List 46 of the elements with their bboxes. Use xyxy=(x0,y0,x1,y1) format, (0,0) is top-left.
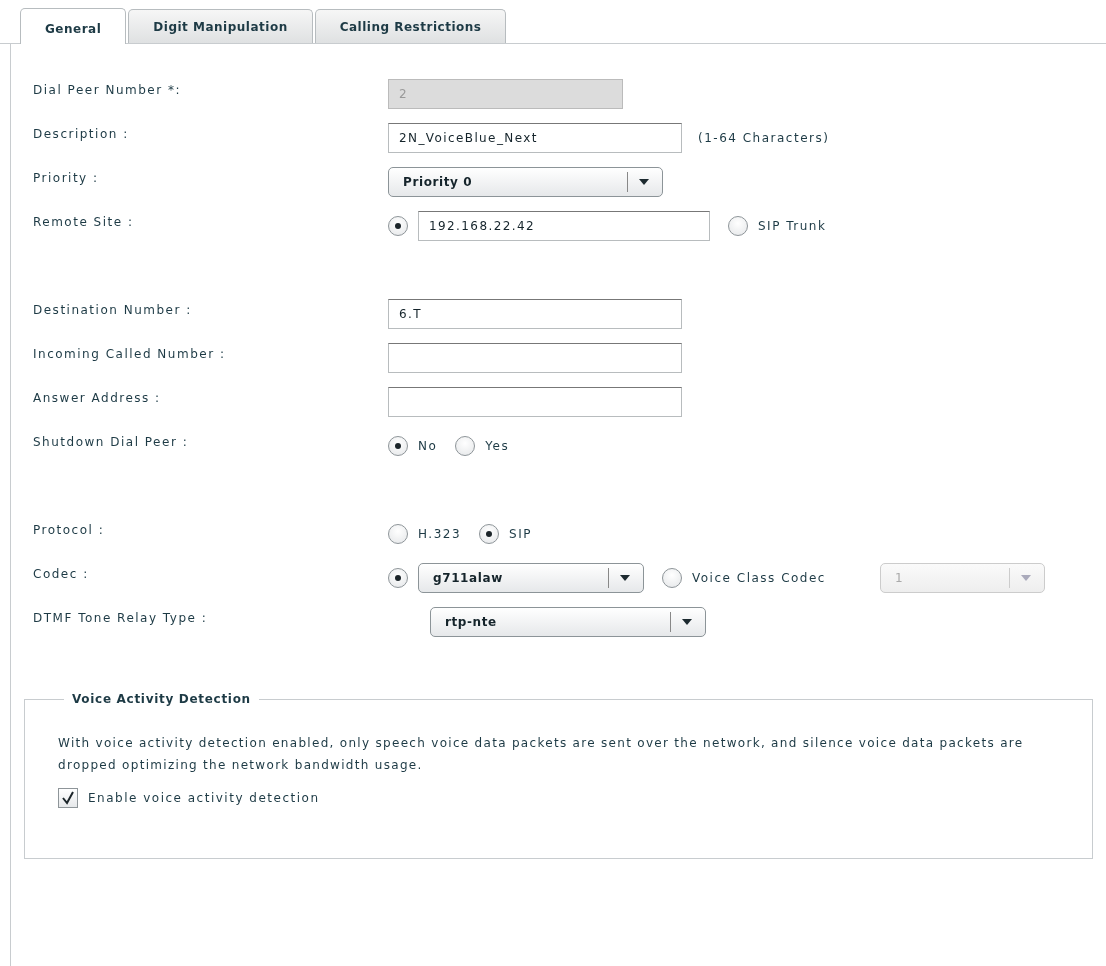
field-label: Dial Peer Number *: xyxy=(32,83,182,97)
tab[interactable]: General xyxy=(20,8,127,44)
field-label: Remote Site : xyxy=(32,215,135,229)
radio-label: SIP xyxy=(509,527,532,541)
field-label: Priority : xyxy=(32,171,100,185)
caret-icon xyxy=(638,178,650,186)
radio-label: Yes xyxy=(485,439,510,453)
section-title: Voice Activity Detection xyxy=(71,692,252,706)
tab[interactable]: Calling Restrictions xyxy=(314,9,507,43)
radio-button[interactable] xyxy=(388,568,408,588)
caret-icon xyxy=(681,618,693,626)
dropdown[interactable]: g711alaw xyxy=(418,563,644,593)
tab[interactable]: Digit Manipulation xyxy=(128,9,313,43)
text-field[interactable]: 6.T xyxy=(388,299,682,329)
hint-text: (1-64 Characters) xyxy=(698,131,830,145)
radio-button[interactable] xyxy=(455,436,476,456)
field-label: Incoming Called Number : xyxy=(32,347,227,361)
radio-button[interactable] xyxy=(388,436,408,456)
description-text: With voice activity detection enabled, only speech voice data packets are sent over the network, and silence voice data packets are dropped optimizing the network bandwidth usage. xyxy=(58,735,1025,774)
field-label: Destination Number : xyxy=(32,303,193,317)
checkmark-icon xyxy=(61,791,75,805)
caret-icon xyxy=(1019,574,1032,582)
dropdown[interactable]: rtp-nte xyxy=(430,607,706,637)
field-label: DTMF Tone Relay Type : xyxy=(32,611,209,625)
radio-button[interactable] xyxy=(662,568,682,588)
radio-button[interactable] xyxy=(728,216,748,236)
field-label: Protocol : xyxy=(32,523,106,537)
radio-label: Voice Class Codec xyxy=(692,571,826,585)
caret-icon xyxy=(619,574,631,582)
field-label: Answer Address : xyxy=(32,391,162,405)
checkbox-label: Enable voice activity detection xyxy=(88,791,320,805)
radio-label: No xyxy=(418,439,438,453)
text-field[interactable] xyxy=(388,387,682,417)
radio-label: H.323 xyxy=(418,527,462,541)
radio-button[interactable] xyxy=(479,524,500,544)
text-field[interactable] xyxy=(388,343,682,373)
radio-button[interactable] xyxy=(388,524,408,544)
radio-label: SIP Trunk xyxy=(758,219,827,233)
field-label: Description : xyxy=(32,127,130,141)
field-label: Codec : xyxy=(32,567,90,581)
checkbox[interactable] xyxy=(58,788,78,808)
dropdown[interactable]: Priority 0 xyxy=(388,167,663,197)
field-label: Shutdown Dial Peer : xyxy=(32,435,190,449)
text-field[interactable]: 192.168.22.42 xyxy=(418,211,710,241)
text-field[interactable]: 2N_VoiceBlue_Next xyxy=(388,123,682,153)
radio-button[interactable] xyxy=(388,216,408,236)
